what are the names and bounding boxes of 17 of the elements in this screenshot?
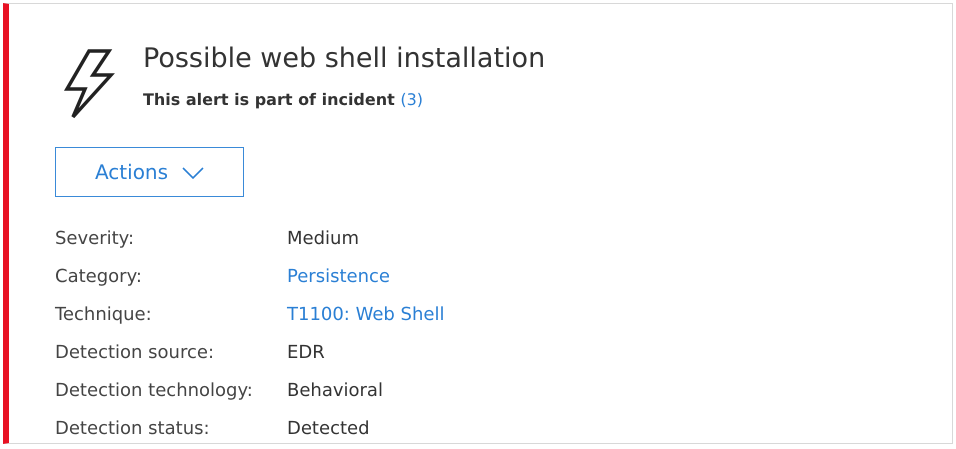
field-label: Detection status: — [55, 417, 211, 441]
incident-note: This alert is part of incident (3) — [143, 90, 424, 109]
field-label: Severity: — [55, 227, 136, 251]
incident-link[interactable]: (3) — [400, 90, 424, 109]
actions-button[interactable]: Actions — [55, 147, 244, 197]
field-label: Detection source: — [55, 341, 216, 365]
field-value: EDR — [287, 341, 325, 365]
field-link[interactable]: T1100: Web Shell — [287, 301, 444, 329]
field-label: Technique: — [55, 303, 153, 327]
field-label: Detection technology: — [55, 379, 254, 403]
alert-title: Possible web shell installation — [143, 42, 546, 76]
field-link[interactable]: Persistence — [287, 263, 390, 291]
chevron-down-icon — [182, 167, 204, 179]
field-value: Detected — [287, 417, 370, 441]
field-value: Behavioral — [287, 379, 383, 403]
field-value: Medium — [287, 227, 359, 251]
field-label: Category: — [55, 265, 143, 289]
